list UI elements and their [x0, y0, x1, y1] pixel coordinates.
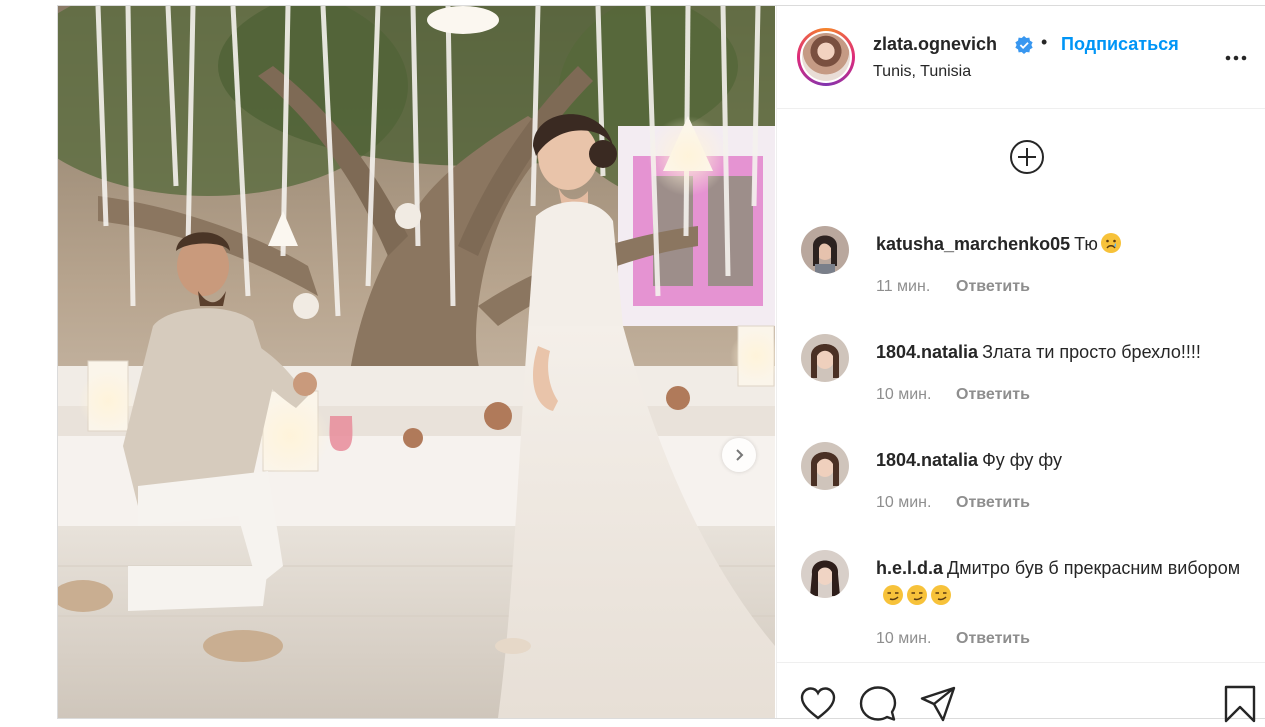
sad-face-emoji-icon [1100, 233, 1121, 253]
heart-icon[interactable] [799, 685, 837, 723]
reply-button[interactable]: Ответить [956, 494, 1030, 512]
comment-time: 10 мин. [876, 494, 932, 511]
comment-body: Тю [1074, 234, 1098, 254]
load-more-comments-icon[interactable] [1009, 139, 1045, 175]
comment-icon[interactable] [859, 685, 897, 723]
post-photo-illustration [58, 6, 775, 718]
story-avatar[interactable] [797, 28, 855, 86]
comment-body: Дмитро був б прекрасним вибором [947, 558, 1241, 578]
commenter-avatar[interactable] [801, 334, 849, 382]
comment-text: 1804.natalia Фу фу фу [876, 446, 1256, 474]
comment-username[interactable]: h.e.l.d.a [876, 558, 943, 578]
header-separator: • [1041, 32, 1048, 52]
bookmark-icon[interactable] [1221, 685, 1259, 723]
comment-username[interactable]: 1804.natalia [876, 450, 978, 470]
smirk-face-emoji-icon [931, 585, 951, 605]
post-location[interactable]: Tunis, Tunisia [873, 63, 971, 81]
verified-badge-icon [1015, 36, 1033, 54]
comment-text: 1804.natalia Злата ти просто брехло!!!! [876, 338, 1256, 366]
smirk-face-emoji-icon [907, 585, 927, 605]
avatar-image [801, 442, 849, 490]
comment-username[interactable]: katusha_marchenko05 [876, 234, 1070, 254]
comment-time: 11 мин. [876, 278, 931, 295]
comment-body: Фу фу фу [982, 450, 1062, 470]
next-photo-button[interactable] [722, 438, 756, 472]
post-author-username[interactable]: zlata.ognevich [873, 34, 997, 55]
reply-button[interactable]: Ответить [956, 278, 1030, 296]
chevron-right-icon [736, 449, 744, 461]
comment-text: h.e.l.d.a Дмитро був б прекрасним вибором [876, 554, 1256, 610]
post-actions-bar [777, 662, 1265, 723]
reply-button[interactable]: Ответить [956, 386, 1030, 404]
page-margin [0, 0, 58, 727]
paper-plane-icon[interactable] [919, 685, 957, 723]
commenter-avatar[interactable] [801, 550, 849, 598]
avatar-image [801, 550, 849, 598]
post-photo[interactable] [58, 6, 775, 718]
comment-username[interactable]: 1804.natalia [876, 342, 978, 362]
avatar-inner [800, 31, 852, 83]
commenter-avatar[interactable] [801, 226, 849, 274]
post-header: zlata.ognevich • Подписаться Tunis, Tuni… [777, 6, 1265, 109]
comment-body: Злата ти просто брехло!!!! [982, 342, 1201, 362]
comment-text: katusha_marchenko05 Тю [876, 230, 1256, 258]
more-dots-icon[interactable] [1223, 48, 1249, 68]
comment-time: 10 мин. [876, 630, 932, 647]
post-sidebar: zlata.ognevich • Подписаться Tunis, Tuni… [776, 6, 1265, 723]
comment-time: 10 мин. [876, 386, 932, 403]
follow-button[interactable]: Подписаться [1061, 34, 1179, 55]
avatar [802, 33, 850, 81]
reply-button[interactable]: Ответить [956, 630, 1030, 648]
avatar-image [801, 226, 849, 274]
commenter-avatar[interactable] [801, 442, 849, 490]
smirk-face-emoji-icon [883, 585, 903, 605]
avatar-image [801, 334, 849, 382]
